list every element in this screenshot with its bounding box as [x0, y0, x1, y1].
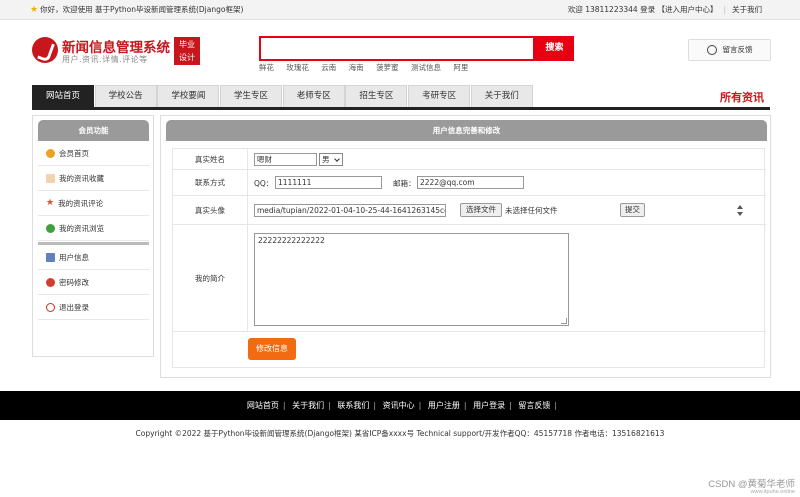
nav-tab-home[interactable]: 网站首页: [32, 85, 94, 107]
logout-power-icon: [46, 302, 55, 312]
footer-link[interactable]: 资讯中心: [383, 401, 415, 410]
sidebar-item-comments[interactable]: ★ 我的资讯评论: [38, 192, 149, 216]
logo-icon[interactable]: [32, 37, 58, 63]
welcome-text: ★ 你好，欢迎使用 基于Python毕设新闻管理系统(Django框架): [30, 5, 244, 15]
hot-keywords: 鲜花 玫瑰花 云南 海南 菠萝蜜 测试信息 阿里: [259, 62, 478, 73]
footer-links: 网站首页 | 关于我们 | 联系我们 | 资讯中心 | 用户注册 | 用户登录 | 留言反馈…: [246, 401, 558, 410]
main-nav: 网站首页 学校公告 学校要闻 学生专区 老师专区 招生专区 考研专区 关于我们 …: [0, 85, 800, 110]
save-profile-button[interactable]: 修改信息: [248, 338, 296, 360]
sidebar-item-user-info[interactable]: 用户信息: [38, 246, 149, 270]
logo-title[interactable]: 新闻信息管理系统: [62, 36, 170, 56]
email-label: 邮箱：: [393, 179, 416, 188]
row-contact: 联系方式 QQ： 1111111 邮箱： 2222@qq.com: [173, 170, 766, 196]
all-news-link[interactable]: 所有资讯: [720, 89, 764, 105]
top-bar: ★ 你好，欢迎使用 基于Python毕设新闻管理系统(Django框架) 欢迎 1…: [0, 0, 800, 20]
about-link[interactable]: 关于我们: [732, 5, 762, 14]
row-intro: 我的简介 22222222222222: [173, 225, 766, 332]
avatar-path-input[interactable]: media/tupian/2022-01-04-10-25-44-1641263…: [254, 204, 446, 217]
nav-tab-postgraduate[interactable]: 考研专区: [408, 85, 471, 107]
nav-tab-about[interactable]: 关于我们: [470, 85, 533, 107]
intro-textarea[interactable]: 22222222222222: [254, 233, 569, 326]
graduation-badge: 毕业 设计: [174, 37, 200, 65]
sidebar-item-favorites[interactable]: 我的资讯收藏: [38, 167, 149, 191]
password-key-icon: [46, 277, 55, 287]
nav-tab-school-notice[interactable]: 学校公告: [94, 85, 157, 107]
sidebar-title: 会员功能: [38, 120, 149, 141]
sidebar-item-member-home[interactable]: 会员首页: [38, 142, 149, 166]
qq-label: QQ：: [254, 179, 274, 188]
hot-keyword[interactable]: 鲜花: [259, 63, 274, 72]
sidebar-divider: [38, 242, 149, 245]
user-center-link[interactable]: 【进入用户中心】: [657, 5, 717, 14]
hot-keyword[interactable]: 阿里: [453, 63, 468, 72]
headset-icon: [706, 45, 717, 55]
panel-title: 用户信息完善和修改: [166, 120, 767, 141]
intro-label: 我的简介: [173, 225, 248, 331]
user-status-text: 欢迎 13811223344 登录: [567, 5, 656, 14]
sidebar-item-browse-history[interactable]: 我的资讯浏览: [38, 217, 149, 241]
watermark-url: www.itpuhe.online: [750, 489, 795, 495]
scroll-stepper[interactable]: [737, 204, 743, 218]
upload-submit-button[interactable]: 提交: [620, 203, 645, 217]
nav-tab-students[interactable]: 学生专区: [220, 85, 283, 107]
nav-tab-admissions[interactable]: 招生专区: [345, 85, 408, 107]
hot-keyword[interactable]: 菠萝蜜: [376, 63, 399, 72]
member-home-icon: [46, 148, 55, 158]
choose-file-button[interactable]: 选择文件: [460, 203, 502, 217]
avatar-label: 真实头像: [173, 196, 248, 224]
sidebar-item-change-password[interactable]: 密码修改: [38, 271, 149, 295]
contact-label: 联系方式: [173, 170, 248, 195]
hot-keyword[interactable]: 测试信息: [411, 63, 441, 72]
profile-form: 真实姓名 嗯财 男 联系方式 QQ： 1111111 邮箱： 2222@qq.c…: [172, 148, 766, 368]
email-input[interactable]: 2222@qq.com: [417, 176, 524, 189]
nav-underline: [32, 107, 770, 110]
footer-link[interactable]: 网站首页: [247, 401, 279, 410]
feedback-button[interactable]: 留言反馈: [688, 39, 771, 61]
qq-input[interactable]: 1111111: [275, 176, 382, 189]
logo-subtitle: 用户.资讯.详情.评论等: [62, 55, 148, 64]
footer-link[interactable]: 联系我们: [337, 401, 369, 410]
gender-select[interactable]: 男: [319, 153, 343, 166]
nav-tab-school-news[interactable]: 学校要闻: [157, 85, 220, 107]
real-name-input[interactable]: 嗯财: [254, 153, 317, 166]
top-user-area: 欢迎 13811223344 登录 【进入用户中心】 | 关于我们: [567, 5, 762, 14]
sidebar-item-logout[interactable]: 退出登录: [38, 296, 149, 320]
footer-link[interactable]: 关于我们: [292, 401, 324, 410]
user-info-icon: [46, 252, 55, 262]
browse-history-icon: [46, 223, 55, 233]
favorite-doc-icon: [46, 173, 55, 183]
footer-link[interactable]: 用户注册: [428, 401, 460, 410]
header: 新闻信息管理系统 用户.资讯.详情.评论等 毕业 设计 搜索 鲜花 玫瑰花 云南 …: [0, 20, 800, 82]
row-avatar: 真实头像 media/tupian/2022-01-04-10-25-44-16…: [173, 196, 766, 225]
real-name-label: 真实姓名: [173, 149, 248, 169]
search-input[interactable]: [259, 36, 535, 61]
no-file-text: 未选择任何文件: [505, 206, 558, 215]
resize-grip-icon[interactable]: [561, 318, 567, 324]
footer-link[interactable]: 留言反馈: [518, 401, 550, 410]
nav-tab-teachers[interactable]: 老师专区: [282, 85, 345, 107]
row-real-name: 真实姓名 嗯财 男: [173, 149, 766, 170]
hot-keyword[interactable]: 玫瑰花: [286, 63, 309, 72]
member-sidebar: 会员功能 会员首页 我的资讯收藏 ★ 我的资讯评论 我的资讯浏览 用户信息 密码修…: [32, 115, 154, 357]
footer: 网站首页 | 关于我们 | 联系我们 | 资讯中心 | 用户注册 | 用户登录 | 留言反馈…: [0, 391, 800, 420]
star-icon: ★: [30, 5, 39, 15]
arrow-up-icon: [737, 205, 743, 209]
hot-keyword[interactable]: 海南: [349, 63, 364, 72]
watermark: CSDN @黄菊华老师: [708, 479, 795, 490]
copyright-text: Copyright ©2022 基于Python毕设新闻管理系统(Django框…: [135, 429, 665, 438]
arrow-down-icon: [737, 212, 743, 216]
footer-link[interactable]: 用户登录: [473, 401, 505, 410]
search-button[interactable]: 搜索: [535, 36, 574, 61]
comment-star-icon: ★: [46, 197, 55, 208]
profile-panel: 用户信息完善和修改 真实姓名 嗯财 男 联系方式 QQ： 1111111 邮箱：…: [160, 115, 771, 378]
hot-keyword[interactable]: 云南: [321, 63, 336, 72]
